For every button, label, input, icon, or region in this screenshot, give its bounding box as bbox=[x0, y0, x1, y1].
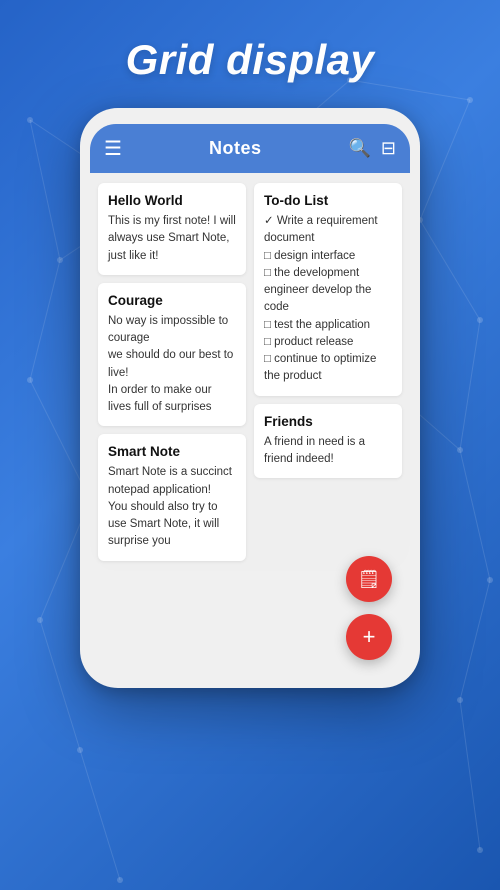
filter-icon[interactable]: ⊟ bbox=[381, 138, 396, 159]
add-icon: + bbox=[363, 624, 376, 650]
fab-document-button[interactable]: 🗒 bbox=[346, 556, 392, 602]
note-smart-note[interactable]: Smart Note Smart Note is a succinct note… bbox=[98, 434, 246, 560]
header-actions: 🔍 ⊟ bbox=[348, 138, 396, 159]
note-hello-world-title: Hello World bbox=[108, 193, 236, 208]
page-title: Grid display bbox=[0, 0, 500, 108]
note-hello-world[interactable]: Hello World This is my first note! I wil… bbox=[98, 183, 246, 275]
search-icon[interactable]: 🔍 bbox=[348, 138, 370, 159]
note-smart-note-body: Smart Note is a succinct notepad applica… bbox=[108, 464, 236, 550]
document-icon: 🗒 bbox=[358, 569, 381, 590]
note-courage[interactable]: Courage No way is impossible to couragew… bbox=[98, 283, 246, 427]
note-todo-list-title: To-do List bbox=[264, 193, 392, 208]
phone-mockup: ☰ Notes 🔍 ⊟ Hello World This is my first… bbox=[80, 108, 420, 688]
notes-column-left: Hello World This is my first note! I wil… bbox=[98, 183, 246, 561]
note-smart-note-title: Smart Note bbox=[108, 444, 236, 459]
fab-add-button[interactable]: + bbox=[346, 614, 392, 660]
notes-grid: Hello World This is my first note! I wil… bbox=[90, 173, 410, 571]
note-friends[interactable]: Friends A friend in need is a friend ind… bbox=[254, 404, 402, 479]
note-todo-list-body: ✓ Write a requirement document□ design i… bbox=[264, 213, 392, 386]
note-friends-body: A friend in need is a friend indeed! bbox=[264, 434, 392, 469]
note-todo-list[interactable]: To-do List ✓ Write a requirement documen… bbox=[254, 183, 402, 396]
fab-container: 🗒 + bbox=[346, 556, 392, 660]
app-header: ☰ Notes 🔍 ⊟ bbox=[90, 124, 410, 173]
note-courage-body: No way is impossible to couragewe should… bbox=[108, 313, 236, 417]
menu-icon[interactable]: ☰ bbox=[104, 136, 122, 161]
note-hello-world-body: This is my first note! I will always use… bbox=[108, 213, 236, 265]
notes-column-right: To-do List ✓ Write a requirement documen… bbox=[254, 183, 402, 561]
app-title: Notes bbox=[130, 138, 341, 159]
note-courage-title: Courage bbox=[108, 293, 236, 308]
note-friends-title: Friends bbox=[264, 414, 392, 429]
phone-inner: ☰ Notes 🔍 ⊟ Hello World This is my first… bbox=[90, 124, 410, 571]
